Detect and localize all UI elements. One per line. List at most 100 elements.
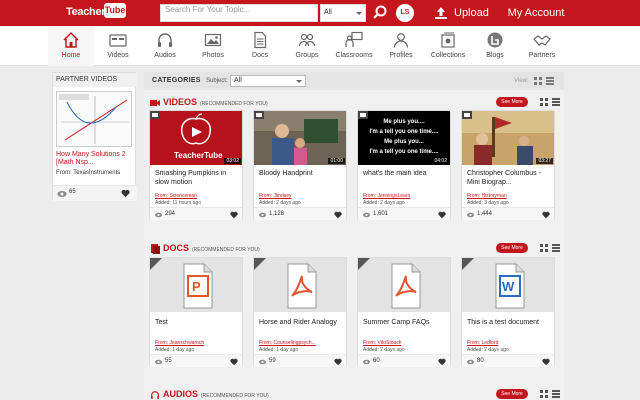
doc-author[interactable]: Counselingpsych... bbox=[273, 340, 315, 346]
nav-docs[interactable]: Docs bbox=[237, 26, 283, 66]
grid-view-icon[interactable] bbox=[534, 77, 542, 85]
video-duration: 04:02 bbox=[432, 158, 449, 164]
doc-from: From: VitoStouch bbox=[363, 340, 402, 346]
nav-label: Partners bbox=[528, 52, 556, 59]
nav-audios[interactable]: Audios bbox=[142, 26, 188, 66]
subject-select[interactable]: All bbox=[230, 75, 306, 87]
video-title[interactable]: Christopher Columbus - Mini Biograp... bbox=[467, 169, 553, 187]
doc-card[interactable]: Horse and Rider Analogy From: Counseling… bbox=[253, 257, 347, 367]
nav-videos[interactable]: Videos bbox=[95, 26, 141, 66]
card-footer: 80 bbox=[462, 354, 554, 367]
heart-icon[interactable] bbox=[334, 358, 342, 366]
docs-see-more-button[interactable]: See More bbox=[496, 243, 528, 253]
doc-card[interactable]: Summer Camp FAQs From: VitoStouch Added:… bbox=[357, 257, 451, 367]
video-card[interactable]: TeacherTube 03:02 Smashing Pumpkins in s… bbox=[149, 110, 243, 220]
nav-profiles[interactable]: Profiles bbox=[378, 26, 424, 66]
eye-icon bbox=[363, 359, 370, 365]
doc-title[interactable]: Horse and Rider Analogy bbox=[259, 318, 345, 327]
nav-blogs[interactable]: Blogs bbox=[472, 26, 518, 66]
user-avatar-badge[interactable]: LS bbox=[396, 4, 414, 22]
video-author[interactable]: Jlindsey bbox=[273, 193, 291, 199]
list-view-icon[interactable] bbox=[546, 77, 554, 85]
grid-view-icon[interactable] bbox=[540, 390, 548, 398]
video-thumbnail[interactable]: 01:00 bbox=[254, 111, 346, 165]
doc-thumbnail[interactable]: W bbox=[462, 258, 554, 312]
docs-icon bbox=[151, 244, 160, 254]
doc-title[interactable]: This is a test document bbox=[467, 318, 553, 327]
nav-classrooms[interactable]: Classrooms bbox=[331, 26, 377, 66]
search-category-select[interactable]: All bbox=[320, 4, 366, 22]
doc-author[interactable]: VitoStouch bbox=[377, 340, 401, 346]
video-title[interactable]: what's the main idea bbox=[363, 169, 449, 178]
doc-card[interactable]: W This is a test document From: Ledford … bbox=[461, 257, 555, 367]
video-duration: 03:02 bbox=[224, 158, 241, 164]
partner-video-from: From: TexasInstruments bbox=[56, 170, 120, 176]
search-icon bbox=[373, 5, 387, 19]
video-thumbnail[interactable]: TeacherTube 03:02 bbox=[150, 111, 242, 165]
video-camera-icon bbox=[150, 100, 160, 106]
video-thumbnail[interactable]: Me plus you.... I'm a tell you one time.… bbox=[358, 111, 450, 165]
search-input[interactable]: Search For Your Topic... bbox=[160, 4, 318, 22]
video-card[interactable]: 03:27 Christopher Columbus - Mini Biogra… bbox=[461, 110, 555, 220]
doc-thumbnail[interactable] bbox=[358, 258, 450, 312]
heart-icon[interactable] bbox=[230, 358, 238, 366]
heart-icon[interactable] bbox=[438, 211, 446, 219]
doc-thumbnail[interactable]: P bbox=[150, 258, 242, 312]
eye-icon bbox=[259, 359, 266, 365]
from-label: From: bbox=[155, 340, 169, 346]
list-view-icon[interactable] bbox=[552, 98, 560, 106]
grid-view-icon[interactable] bbox=[540, 98, 548, 106]
list-view-icon[interactable] bbox=[552, 244, 560, 252]
heart-icon[interactable] bbox=[334, 211, 342, 219]
view-count: 59 bbox=[269, 358, 276, 364]
profile-icon bbox=[393, 33, 409, 48]
video-title[interactable]: Bloody Handprint bbox=[259, 169, 345, 178]
grid-view-icon[interactable] bbox=[540, 244, 548, 252]
videos-section-title: VIDEOS bbox=[163, 97, 198, 107]
heart-icon[interactable] bbox=[542, 211, 550, 219]
heart-icon[interactable] bbox=[438, 358, 446, 366]
nav-groups[interactable]: Groups bbox=[284, 26, 330, 66]
doc-title[interactable]: Test bbox=[155, 318, 241, 327]
videos-see-more-button[interactable]: See More bbox=[496, 97, 528, 107]
video-card[interactable]: 01:00 Bloody Handprint From: Jlindsey Ad… bbox=[253, 110, 347, 220]
nav-collections[interactable]: Collections bbox=[425, 26, 471, 66]
partner-video-title[interactable]: How Many Solutions 2 [Math Nsp... bbox=[56, 151, 136, 167]
doc-thumbnail[interactable] bbox=[254, 258, 346, 312]
video-author[interactable]: Scienceman bbox=[169, 193, 197, 199]
nav-label: Home bbox=[61, 52, 81, 59]
video-card[interactable]: Me plus you.... I'm a tell you one time.… bbox=[357, 110, 451, 220]
upload-button[interactable]: Upload bbox=[426, 0, 494, 26]
doc-added: Added: 2 days ago bbox=[467, 347, 509, 353]
classroom-icon bbox=[345, 31, 363, 47]
card-footer: 1,444 bbox=[462, 207, 554, 220]
subject-label: Subject: bbox=[206, 78, 228, 84]
doc-author[interactable]: Ledford bbox=[481, 340, 498, 346]
video-title[interactable]: Smashing Pumpkins in slow motion bbox=[155, 169, 241, 187]
doc-author[interactable]: Jeanschwaroch bbox=[169, 340, 204, 346]
nav-partners[interactable]: Partners bbox=[519, 26, 565, 66]
heart-icon[interactable] bbox=[542, 358, 550, 366]
nav-home[interactable]: Home bbox=[48, 26, 94, 66]
videos-recommended-label: (RECOMMENDED FOR YOU) bbox=[200, 101, 268, 107]
video-author[interactable]: JenningsLearn bbox=[377, 193, 410, 199]
lyric-line: Me plus you.... bbox=[383, 119, 425, 125]
search-button[interactable] bbox=[370, 3, 390, 23]
doc-title[interactable]: Summer Camp FAQs bbox=[363, 318, 449, 327]
my-account-button[interactable]: My Account bbox=[496, 0, 576, 26]
heart-icon[interactable] bbox=[230, 211, 238, 219]
heart-icon[interactable] bbox=[121, 189, 130, 198]
video-from: From: Historyman bbox=[467, 193, 507, 199]
video-author[interactable]: Historyman bbox=[481, 193, 506, 199]
audios-see-more-button[interactable]: See More bbox=[496, 389, 528, 399]
audios-recommended-label: (RECOMMENDED FOR YOU) bbox=[201, 393, 269, 399]
video-thumbnail[interactable]: 03:27 bbox=[462, 111, 554, 165]
list-view-icon[interactable] bbox=[552, 390, 560, 398]
teachertube-logo[interactable]: Teacher Tube bbox=[66, 2, 126, 24]
partner-video-author[interactable]: TexasInstruments bbox=[73, 170, 120, 176]
doc-card[interactable]: P Test From: Jeanschwaroch Added: 1 day … bbox=[149, 257, 243, 367]
video-badge-icon bbox=[358, 111, 368, 119]
partner-video-thumbnail[interactable] bbox=[56, 91, 132, 147]
pdf-file-icon bbox=[358, 258, 421, 309]
nav-photos[interactable]: Photos bbox=[190, 26, 236, 66]
